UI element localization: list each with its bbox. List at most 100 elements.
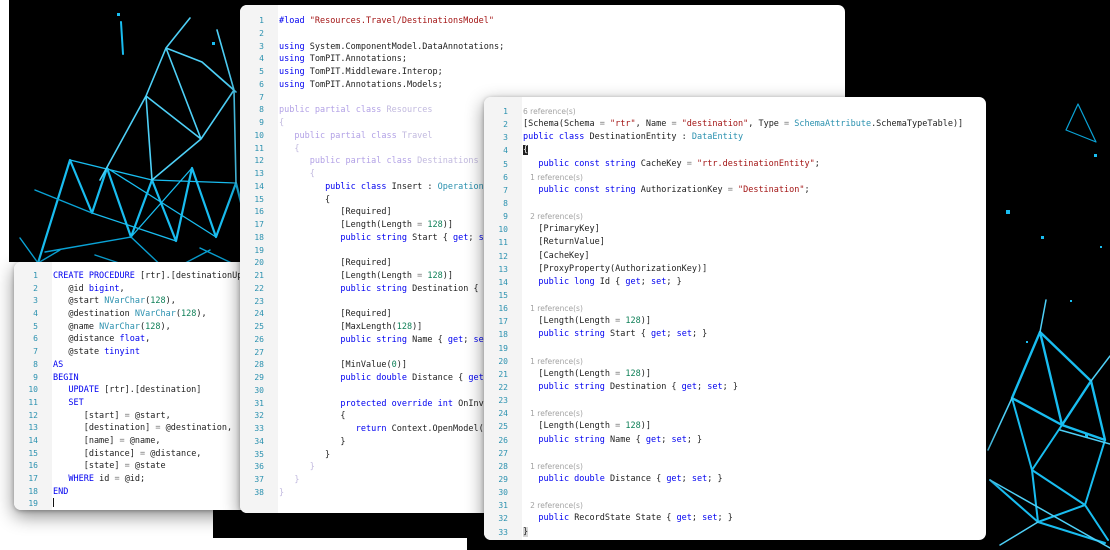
line-number: 34 — [240, 436, 264, 449]
code-line[interactable]: 29 public double Distance { get; set; } — [484, 473, 986, 486]
line-number: 18 — [484, 328, 508, 341]
code-line[interactable]: 12 [CacheKey] — [484, 250, 986, 263]
code-line[interactable]: 4{ — [484, 144, 986, 157]
code-line[interactable]: 16 1 reference(s) — [484, 302, 986, 315]
line-number: 31 — [484, 499, 508, 512]
line-number: 6 — [240, 79, 264, 92]
line-number: 4 — [14, 308, 38, 321]
code-line[interactable]: 6 @distance float, — [14, 333, 254, 346]
code-line[interactable]: 19 — [14, 498, 254, 510]
line-number: 1 — [14, 270, 38, 283]
code-line[interactable]: 26 public string Name { get; set; } — [484, 434, 986, 447]
code-line[interactable]: 9 2 reference(s) — [484, 210, 986, 223]
line-number: 13 — [484, 263, 508, 276]
line-number: 24 — [484, 407, 508, 420]
line-number: 4 — [484, 144, 508, 157]
code-line[interactable]: 6 1 reference(s) — [484, 171, 986, 184]
code-line[interactable]: 5 @name NVarChar(128), — [14, 321, 254, 334]
code-area[interactable]: 1CREATE PROCEDURE [rtr].[destinationUpda… — [14, 262, 254, 510]
code-line[interactable]: 25 [Length(Length = 128)] — [484, 420, 986, 433]
code-line[interactable]: 16 reference(s) — [484, 105, 986, 118]
code-line[interactable]: 10 [PrimaryKey] — [484, 223, 986, 236]
code-line[interactable]: 9BEGIN — [14, 372, 254, 385]
line-number: 29 — [240, 372, 264, 385]
code-line[interactable]: 13 [ProxyProperty(AuthorizationKey)] — [484, 263, 986, 276]
code-line[interactable]: 31 2 reference(s) — [484, 499, 986, 512]
code-line[interactable]: 3public class DestinationEntity : DataEn… — [484, 131, 986, 144]
code-line[interactable]: 2 — [240, 28, 845, 41]
line-number: 14 — [14, 435, 38, 448]
line-number: 15 — [484, 289, 508, 302]
code-line[interactable]: 19 — [484, 342, 986, 355]
line-number: 12 — [240, 155, 264, 168]
line-number: 2 — [240, 28, 264, 41]
line-number: 22 — [240, 283, 264, 296]
line-number: 6 — [484, 171, 508, 184]
code-line[interactable]: 18 public string Start { get; set; } — [484, 328, 986, 341]
code-line[interactable]: 32 public RecordState State { get; set; … — [484, 512, 986, 525]
line-number: 27 — [484, 447, 508, 460]
line-number: 12 — [14, 410, 38, 423]
code-line[interactable]: 28 1 reference(s) — [484, 460, 986, 473]
code-line[interactable]: 20 1 reference(s) — [484, 355, 986, 368]
line-number: 38 — [240, 487, 264, 500]
code-area[interactable]: 16 reference(s)2[Schema(Schema = "rtr", … — [484, 97, 986, 539]
line-number: 30 — [484, 486, 508, 499]
code-line[interactable]: 18END — [14, 486, 254, 499]
code-line[interactable]: 15 — [484, 289, 986, 302]
code-line[interactable]: 17 [Length(Length = 128)] — [484, 315, 986, 328]
line-number: 8 — [14, 359, 38, 372]
sql-editor-window[interactable]: 1CREATE PROCEDURE [rtr].[destinationUpda… — [14, 262, 254, 510]
code-line[interactable]: 27 — [484, 447, 986, 460]
code-line[interactable]: 8AS — [14, 359, 254, 372]
line-number: 28 — [484, 460, 508, 473]
line-number: 27 — [240, 347, 264, 360]
line-number: 22 — [484, 381, 508, 394]
code-line[interactable]: 8 — [484, 197, 986, 210]
code-line[interactable]: 16 [state] = @state — [14, 460, 254, 473]
text-caret — [53, 498, 54, 507]
code-line[interactable]: 13 [destination] = @destination, — [14, 422, 254, 435]
code-line[interactable]: 21 [Length(Length = 128)] — [484, 368, 986, 381]
code-line[interactable]: 30 — [484, 486, 986, 499]
code-line[interactable]: 14 [name] = @name, — [14, 435, 254, 448]
line-number: 15 — [14, 448, 38, 461]
line-number: 9 — [484, 210, 508, 223]
code-line[interactable]: 2 @id bigint, — [14, 283, 254, 296]
code-line[interactable]: 10 UPDATE [rtr].[destination] — [14, 384, 254, 397]
code-line[interactable]: 5 public const string CacheKey = "rtr.de… — [484, 158, 986, 171]
line-number: 21 — [484, 368, 508, 381]
entity-editor-window[interactable]: 16 reference(s)2[Schema(Schema = "rtr", … — [484, 97, 986, 540]
line-number: 6 — [14, 333, 38, 346]
code-line[interactable]: 22 public string Destination { get; set;… — [484, 381, 986, 394]
line-number: 33 — [484, 526, 508, 539]
line-number: 19 — [484, 342, 508, 355]
code-line[interactable]: 11 SET — [14, 397, 254, 410]
code-line[interactable]: 1CREATE PROCEDURE [rtr].[destinationUpda… — [14, 270, 254, 283]
code-line[interactable]: 6using TomPIT.Annotations.Models; — [240, 79, 845, 92]
code-line[interactable]: 12 [start] = @start, — [14, 410, 254, 423]
line-number: 11 — [484, 236, 508, 249]
code-line[interactable]: 4using TomPIT.Annotations; — [240, 53, 845, 66]
line-number: 24 — [240, 308, 264, 321]
line-number: 8 — [484, 197, 508, 210]
code-line[interactable]: 33} — [484, 526, 986, 539]
line-number: 14 — [484, 276, 508, 289]
line-number: 8 — [240, 104, 264, 117]
line-number: 17 — [240, 219, 264, 232]
code-line[interactable]: 17 WHERE id = @id; — [14, 473, 254, 486]
code-line[interactable]: 3using System.ComponentModel.DataAnnotat… — [240, 41, 845, 54]
code-line[interactable]: 14 public long Id { get; set; } — [484, 276, 986, 289]
code-line[interactable]: 3 @start NVarChar(128), — [14, 295, 254, 308]
code-line[interactable]: 1#load "Resources.Travel/DestinationsMod… — [240, 15, 845, 28]
code-line[interactable]: 7 @state tinyint — [14, 346, 254, 359]
code-line[interactable]: 2[Schema(Schema = "rtr", Name = "destina… — [484, 118, 986, 131]
code-line[interactable]: 5using TomPIT.Middleware.Interop; — [240, 66, 845, 79]
line-number: 32 — [484, 512, 508, 525]
code-line[interactable]: 7 public const string AuthorizationKey =… — [484, 184, 986, 197]
code-line[interactable]: 4 @destination NVarChar(128), — [14, 308, 254, 321]
code-line[interactable]: 11 [ReturnValue] — [484, 236, 986, 249]
code-line[interactable]: 24 1 reference(s) — [484, 407, 986, 420]
code-line[interactable]: 15 [distance] = @distance, — [14, 448, 254, 461]
code-line[interactable]: 23 — [484, 394, 986, 407]
